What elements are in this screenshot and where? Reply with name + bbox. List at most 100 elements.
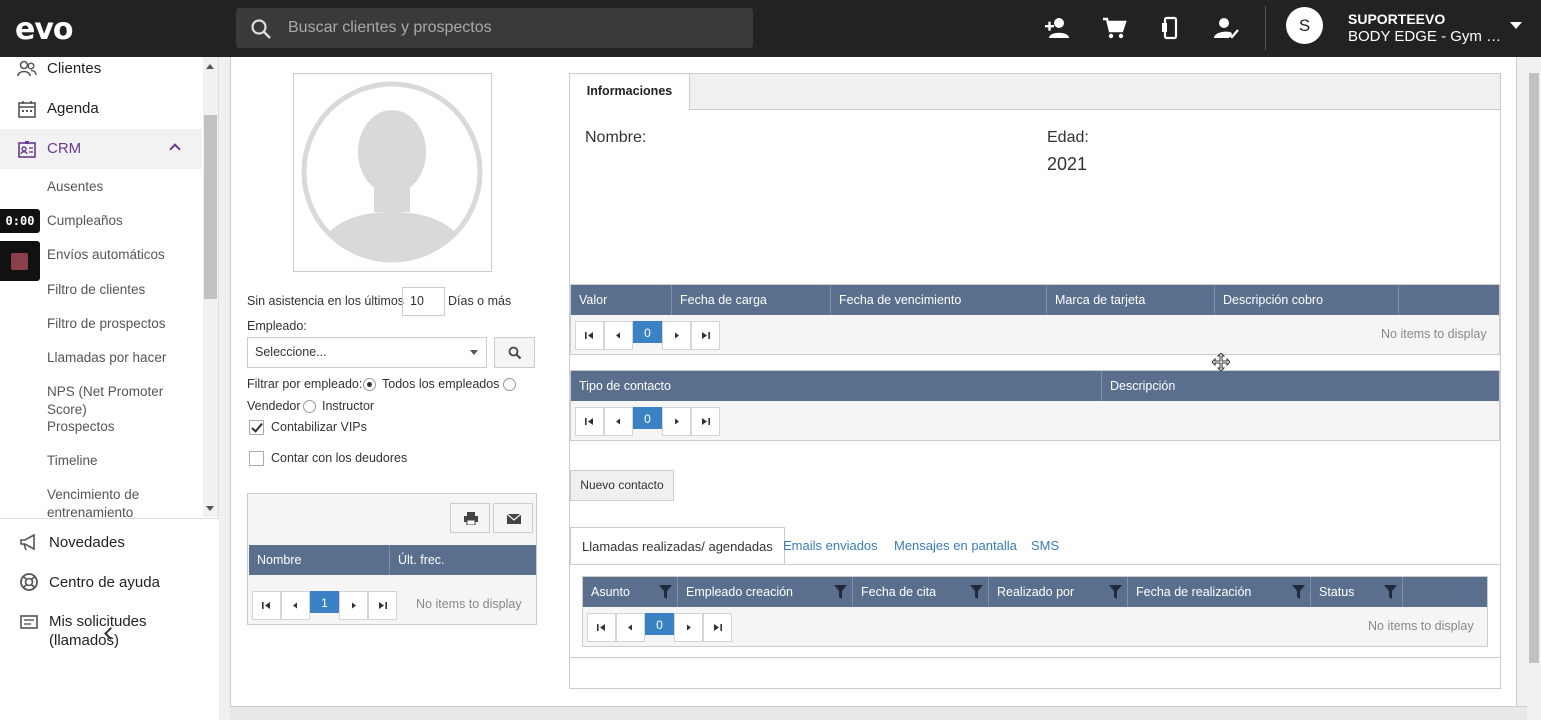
user-company[interactable]: BODY EDGE - Gym Fitness [1348,28,1503,45]
next-page-button[interactable] [662,321,691,350]
timer-badge[interactable]: 0:00 [0,209,40,233]
employee-search-button[interactable] [494,337,535,368]
sidebar-subitem-llamadas[interactable]: Llamadas por hacer [47,349,202,367]
filter-icon[interactable] [970,585,983,599]
sidebar-scrollbar-thumb[interactable] [204,115,217,299]
contacts-grid: Tipo de contacto Descripción 0 [570,370,1500,441]
tab-llamadas[interactable]: Llamadas realizadas/ agendadas [570,527,785,565]
device-icon[interactable] [1156,14,1184,42]
column-header[interactable]: Status [1311,577,1403,607]
vip-checkbox[interactable] [249,420,264,435]
filter-icon[interactable] [1109,585,1122,599]
column-header[interactable]: Asunto [583,577,678,607]
sidebar-subitem-timeline[interactable]: Timeline [47,452,202,470]
record-button[interactable] [0,241,40,281]
cards-grid: Valor Fecha de carga Fecha de vencimient… [570,284,1500,355]
column-header[interactable]: Realizado por [989,577,1128,607]
page-scrollbar[interactable] [1527,57,1541,720]
column-header[interactable]: Fecha de carga [672,285,831,315]
filter-icon[interactable] [1292,585,1305,599]
last-page-button[interactable] [691,321,720,350]
column-header[interactable]: Tipo de contacto [571,371,1102,401]
current-page[interactable]: 0 [633,407,662,429]
cart-icon[interactable] [1100,14,1128,42]
sidebar-subitem-ausentes[interactable]: Ausentes [47,178,202,196]
print-button[interactable] [450,503,490,533]
printer-icon [464,512,478,525]
last-page-button[interactable] [368,591,397,620]
first-page-button[interactable] [252,591,281,620]
first-page-button[interactable] [575,321,604,350]
radio-instructor[interactable] [303,400,316,413]
sidebar-item-clientes[interactable]: Clientes [0,49,202,89]
current-page[interactable]: 0 [633,321,662,343]
column-header[interactable]: Valor [571,285,672,315]
email-button[interactable] [493,503,533,533]
sidebar-subitem-prospectos[interactable]: Prospectos [47,418,202,436]
new-contact-button[interactable]: Nuevo contacto [570,470,674,501]
column-header[interactable]: Descripción [1102,371,1499,401]
first-page-button[interactable] [575,407,604,436]
column-header[interactable]: Empleado creación [678,577,853,607]
ticket-icon [20,615,38,629]
age-value: 2021 [1047,154,1088,174]
sidebar-item-centro-ayuda[interactable]: Centro de ayuda [0,571,219,601]
radio-all-employees[interactable] [363,378,376,391]
chevron-down-icon[interactable] [1510,22,1522,29]
scroll-down-icon[interactable] [206,506,214,511]
stop-icon [11,253,28,270]
page-scrollbar-thumb[interactable] [1529,73,1539,663]
filter-icon[interactable] [834,585,847,599]
next-page-button[interactable] [674,613,703,642]
sidebar-item-agenda[interactable]: Agenda [0,89,202,129]
filter-icon[interactable] [1384,585,1397,599]
evo-logo[interactable]: evo [15,12,74,47]
sidebar-item-label: Agenda [47,100,99,117]
sidebar-item-crm[interactable]: CRM [0,129,202,169]
column-header[interactable]: Fecha de realización [1128,577,1311,607]
first-page-icon [597,624,605,631]
empty-message: No items to display [416,597,522,611]
tab-informaciones[interactable]: Informaciones [570,74,690,111]
column-header[interactable]: Nombre [249,545,390,575]
profile-photo[interactable] [293,73,492,272]
prev-page-button[interactable] [281,591,310,620]
employee-select[interactable]: Seleccione... [247,337,487,368]
sidebar-subitem-nps[interactable]: NPS (Net Promoter Score) [47,383,202,419]
last-page-button[interactable] [691,407,720,436]
prev-page-button[interactable] [616,613,645,642]
column-header[interactable]: Fecha de cita [853,577,989,607]
prev-page-button[interactable] [604,407,633,436]
next-page-button[interactable] [662,407,691,436]
filter-icon[interactable] [659,585,672,599]
add-person-icon[interactable] [1043,14,1071,42]
sidebar-subitem-filtro-prospectos[interactable]: Filtro de prospectos [47,315,202,333]
search-box[interactable] [236,8,753,48]
absence-days-input[interactable]: 10 [402,287,445,316]
column-header[interactable]: Fecha de vencimiento [831,285,1047,315]
sidebar-subitem-filtro-clientes[interactable]: Filtro de clientes [47,281,202,299]
column-header[interactable]: Descripción cobro [1215,285,1399,315]
column-header[interactable]: Marca de tarjeta [1047,285,1215,315]
scroll-up-icon[interactable] [206,64,214,69]
avatar[interactable]: S [1286,7,1323,44]
debtors-checkbox[interactable] [249,451,264,466]
user-name[interactable]: SUPORTEEVO [1348,11,1445,27]
sidebar-subitem-envios[interactable]: Envíos automáticos [47,246,202,264]
radio-seller[interactable] [503,378,516,391]
person-check-icon[interactable] [1212,14,1240,42]
current-page[interactable]: 0 [645,613,674,635]
current-page[interactable]: 1 [310,591,339,613]
sidebar-subitem-vencimiento[interactable]: Vencimiento de entrenamiento [47,486,202,518]
next-page-button[interactable] [339,591,368,620]
prev-page-button[interactable] [604,321,633,350]
sidebar-item-novedades[interactable]: Novedades [0,531,219,561]
sidebar-subitem-cumpleanos[interactable]: Cumpleaños [47,212,202,230]
tab-sms[interactable]: SMS [1031,527,1059,565]
first-page-button[interactable] [587,613,616,642]
search-input[interactable] [288,8,738,48]
last-page-button[interactable] [703,613,732,642]
column-header[interactable]: Últ. frec. [390,545,536,575]
tab-emails[interactable]: Emails enviados [783,527,878,565]
tab-mensajes[interactable]: Mensajes en pantalla [894,527,1017,565]
